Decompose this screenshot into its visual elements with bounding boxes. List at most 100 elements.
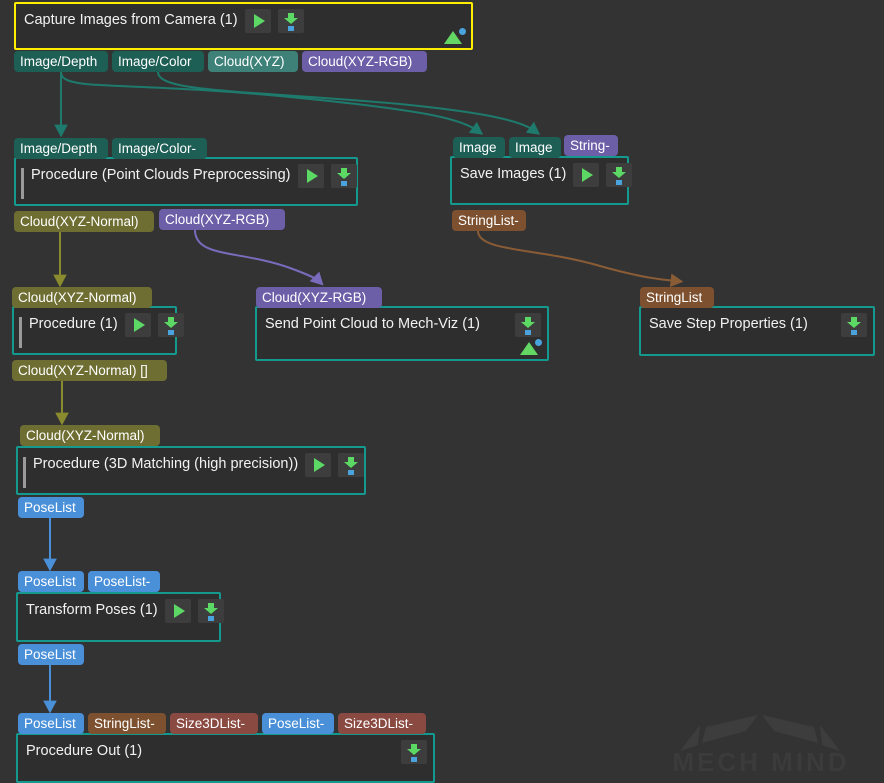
save-output-button[interactable] [401, 740, 427, 764]
dl-base-part [525, 330, 531, 335]
node-matching[interactable]: Procedure (3D Matching (high precision)) [16, 446, 366, 495]
dl-head-part [612, 172, 626, 178]
port-tag-p13[interactable]: Cloud(XYZ-Normal) [12, 287, 152, 308]
port-tag-p4[interactable]: Cloud(XYZ-RGB) [302, 51, 427, 72]
port-tag-p16[interactable]: Cloud(XYZ-Normal) [] [12, 360, 167, 381]
port-tag-p3[interactable]: Cloud(XYZ) [208, 51, 298, 72]
node-title: Procedure (3D Matching (high precision)) [33, 453, 298, 474]
node-save-step-props[interactable]: Save Step Properties (1) [639, 306, 875, 356]
run-step-button[interactable] [573, 163, 599, 187]
save-output-button[interactable] [841, 313, 867, 337]
node-title: Procedure (Point Clouds Preprocessing) [31, 164, 291, 185]
node-graph-canvas[interactable]: Capture Images from Camera (1) Procedure … [0, 0, 884, 783]
port-tag-p17[interactable]: Cloud(XYZ-Normal) [20, 425, 160, 446]
port-tag-p23[interactable]: StringList- [88, 713, 166, 734]
port-tag-p19[interactable]: PoseList [18, 571, 84, 592]
edge-e5[interactable] [195, 230, 319, 281]
node-title: Transform Poses (1) [26, 599, 158, 620]
dl-head-part [847, 322, 861, 328]
procedure-accent-bar [19, 317, 22, 348]
save-output-button[interactable] [198, 599, 224, 623]
download-icon [407, 744, 421, 761]
connection-edges-layer [0, 0, 884, 783]
node-body: Capture Images from Camera (1) [16, 4, 471, 48]
save-output-button[interactable] [606, 163, 632, 187]
node-title: Save Step Properties (1) [649, 313, 808, 334]
node-save-images[interactable]: Save Images (1) [450, 156, 629, 205]
port-tag-p21[interactable]: PoseList [18, 644, 84, 665]
node-body: Transform Poses (1) [18, 594, 219, 640]
port-tag-p26[interactable]: Size3DList- [338, 713, 426, 734]
port-tag-p8[interactable]: Image [509, 137, 561, 158]
dl-base-part [208, 616, 214, 621]
port-tag-p10[interactable]: Cloud(XYZ-Normal) [14, 211, 154, 232]
download-icon [847, 317, 861, 334]
run-step-button[interactable] [245, 9, 271, 33]
node-capture[interactable]: Capture Images from Camera (1) [14, 2, 473, 50]
port-tag-p12[interactable]: StringList- [452, 210, 526, 231]
play-icon [254, 14, 265, 28]
port-tag-p7[interactable]: Image [453, 137, 505, 158]
node-body: Procedure (1) [14, 308, 175, 353]
procedure-accent-bar [21, 168, 24, 199]
node-body: Save Step Properties (1) [641, 308, 873, 354]
download-icon [344, 457, 358, 474]
node-procedure-out[interactable]: Procedure Out (1) [16, 733, 435, 783]
node-procedure-1[interactable]: Procedure (1) [12, 306, 177, 355]
node-body: Procedure Out (1) [18, 735, 433, 781]
save-output-button[interactable] [331, 164, 357, 188]
watermark-text: MECH MIND [672, 747, 849, 777]
port-tag-p14[interactable]: Cloud(XYZ-RGB) [256, 287, 382, 308]
save-output-button[interactable] [158, 313, 184, 337]
port-tag-p25[interactable]: PoseList- [262, 713, 334, 734]
play-icon [134, 318, 145, 332]
node-preproc[interactable]: Procedure (Point Clouds Preprocessing) [14, 157, 358, 206]
play-icon [174, 604, 185, 618]
port-tag-p11[interactable]: Cloud(XYZ-RGB) [159, 209, 285, 230]
node-body: Save Images (1) [452, 158, 627, 203]
port-tag-p1[interactable]: Image/Depth [14, 51, 108, 72]
port-tag-p9[interactable]: String- [564, 135, 618, 156]
port-tag-p15[interactable]: StringList [640, 287, 714, 308]
edge-e2[interactable] [61, 72, 478, 131]
port-tag-p18[interactable]: PoseList [18, 497, 84, 518]
download-icon [284, 13, 298, 30]
dl-head-part [284, 18, 298, 24]
download-icon [164, 317, 178, 334]
mech-mind-watermark-logo: MECH MIND [646, 703, 876, 779]
save-output-button[interactable] [338, 453, 364, 477]
procedure-accent-bar [23, 457, 26, 488]
play-icon [314, 458, 325, 472]
edge-e6[interactable] [478, 231, 677, 281]
download-icon [521, 317, 535, 334]
node-body: Send Point Cloud to Mech-Viz (1) [257, 308, 547, 359]
dl-base-part [411, 757, 417, 762]
node-title: Procedure (1) [29, 313, 118, 334]
port-tag-p22[interactable]: PoseList [18, 713, 84, 734]
port-tag-p2[interactable]: Image/Color [112, 51, 204, 72]
download-icon [612, 167, 626, 184]
run-step-button[interactable] [298, 164, 324, 188]
node-title: Send Point Cloud to Mech-Viz (1) [265, 313, 480, 334]
run-step-button[interactable] [165, 599, 191, 623]
save-output-button[interactable] [515, 313, 541, 337]
node-send-cloud[interactable]: Send Point Cloud to Mech-Viz (1) [255, 306, 549, 361]
dl-base-part [168, 330, 174, 335]
port-tag-p6[interactable]: Image/Color- [112, 138, 207, 159]
download-icon [204, 603, 218, 620]
save-output-button[interactable] [278, 9, 304, 33]
port-tag-p24[interactable]: Size3DList- [170, 713, 258, 734]
edge-e3[interactable] [158, 72, 535, 131]
run-step-button[interactable] [305, 453, 331, 477]
run-step-button[interactable] [125, 313, 151, 337]
dl-head-part [164, 322, 178, 328]
dl-head-part [337, 173, 351, 179]
download-icon [337, 168, 351, 185]
port-tag-p5[interactable]: Image/Depth [14, 138, 108, 159]
node-title: Procedure Out (1) [26, 740, 142, 761]
node-body: Procedure (Point Clouds Preprocessing) [16, 159, 356, 204]
dl-head-part [344, 462, 358, 468]
port-tag-p20[interactable]: PoseList- [88, 571, 160, 592]
dl-base-part [341, 181, 347, 186]
node-transform-poses[interactable]: Transform Poses (1) [16, 592, 221, 642]
